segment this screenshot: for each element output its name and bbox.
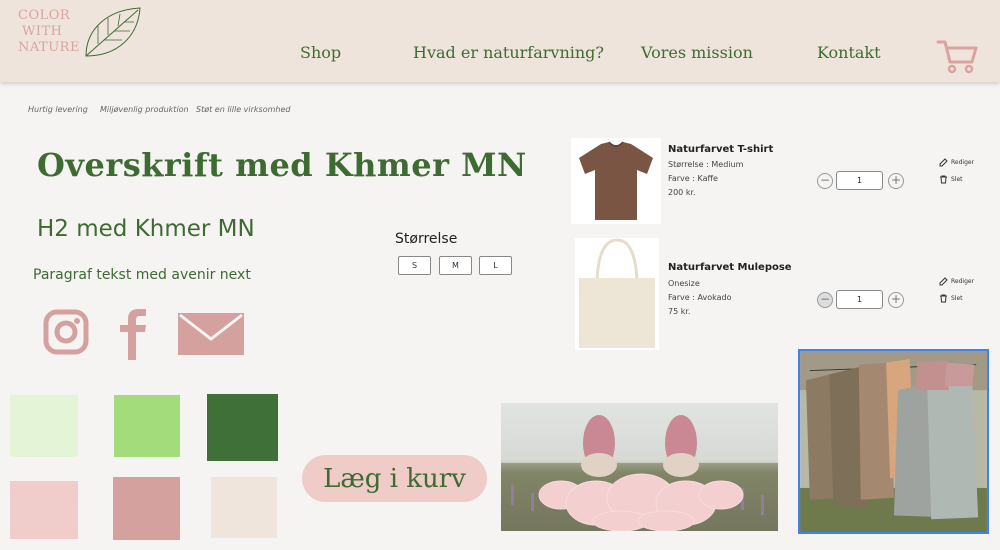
pencil-icon xyxy=(939,277,948,286)
cart-item-color: Farve : Avokado xyxy=(668,293,732,302)
color-swatch-dusty-pink xyxy=(113,477,180,540)
edit-label: Rediger xyxy=(951,278,975,285)
color-swatch-cream xyxy=(211,477,277,538)
heading-2-sample: H2 med Khmer MN xyxy=(37,216,255,242)
trust-eco-production: Miljøvenlig produktion xyxy=(100,105,189,114)
heading-1-sample: Overskrift med Khmer MN xyxy=(37,146,527,184)
facebook-icon[interactable] xyxy=(117,308,149,360)
quantity-input[interactable]: 1 xyxy=(836,171,883,190)
leaf-logo-icon[interactable] xyxy=(82,4,144,60)
delete-item-button[interactable]: Slet xyxy=(939,175,963,184)
site-header: COLOR WITH NATURE Shop Hvad er naturfarv… xyxy=(0,0,1000,82)
decrease-quantity-button[interactable]: − xyxy=(817,173,833,189)
shopping-cart-icon[interactable] xyxy=(936,38,978,74)
trust-fast-delivery: Hurtig levering xyxy=(28,105,88,114)
flowers-field-photo xyxy=(501,403,778,531)
logo-line-3: NATURE xyxy=(18,40,80,55)
logo-text[interactable]: COLOR WITH NATURE xyxy=(18,8,88,56)
paragraph-sample: Paragraf tekst med avenir next xyxy=(33,267,251,283)
nav-our-mission[interactable]: Vores mission xyxy=(641,43,753,62)
instagram-icon[interactable] xyxy=(43,309,89,355)
nav-shop[interactable]: Shop xyxy=(300,43,341,62)
cart-item-name: Naturfarvet T-shirt xyxy=(668,144,774,155)
increase-quantity-button[interactable]: + xyxy=(888,173,904,189)
edit-item-button[interactable]: Rediger xyxy=(939,277,974,286)
trash-icon xyxy=(940,175,947,184)
edit-item-button[interactable]: Rediger xyxy=(939,158,974,167)
decrease-quantity-button[interactable]: − xyxy=(817,292,833,308)
color-swatch-dark-green xyxy=(207,394,278,461)
cart-item-name: Naturfarvet Mulepose xyxy=(668,262,792,273)
nav-what-is-natural-dyeing[interactable]: Hvad er naturfarvning? xyxy=(413,43,604,62)
tote-bag-product-image xyxy=(575,238,659,350)
trash-icon xyxy=(940,294,947,303)
logo-line-2: WITH xyxy=(22,24,63,39)
cart-item-size: Onesize xyxy=(668,279,700,288)
size-label: Størrelse xyxy=(395,231,458,247)
increase-quantity-button[interactable]: + xyxy=(888,292,904,308)
cart-item-price: 200 kr. xyxy=(668,188,696,197)
cart-item-size: Størrelse : Medium xyxy=(668,160,744,169)
tshirt-product-image xyxy=(571,138,661,224)
size-option-s[interactable]: S xyxy=(398,256,431,275)
trust-support-small-business: Støt en lille virksomhed xyxy=(196,105,291,114)
edit-label: Rediger xyxy=(951,159,975,166)
delete-item-button[interactable]: Slet xyxy=(939,294,963,303)
quantity-input[interactable]: 1 xyxy=(836,290,883,309)
color-swatch-light-pink xyxy=(10,481,78,539)
delete-label: Slet xyxy=(951,295,963,302)
delete-label: Slet xyxy=(951,176,963,183)
size-option-m[interactable]: M xyxy=(439,256,472,275)
add-to-cart-button[interactable]: Læg i kurv xyxy=(302,455,487,502)
size-option-l[interactable]: L xyxy=(479,256,512,275)
mail-icon[interactable] xyxy=(178,313,244,355)
nav-contact[interactable]: Kontakt xyxy=(817,43,881,62)
logo-line-1: COLOR xyxy=(18,8,71,23)
cart-item-price: 75 kr. xyxy=(668,307,691,316)
color-swatch-green xyxy=(114,395,180,457)
dyed-clothes-photo xyxy=(798,349,989,534)
color-swatch-light-green xyxy=(10,395,78,457)
cart-item-color: Farve : Kaffe xyxy=(668,174,718,183)
pencil-icon xyxy=(939,158,948,167)
